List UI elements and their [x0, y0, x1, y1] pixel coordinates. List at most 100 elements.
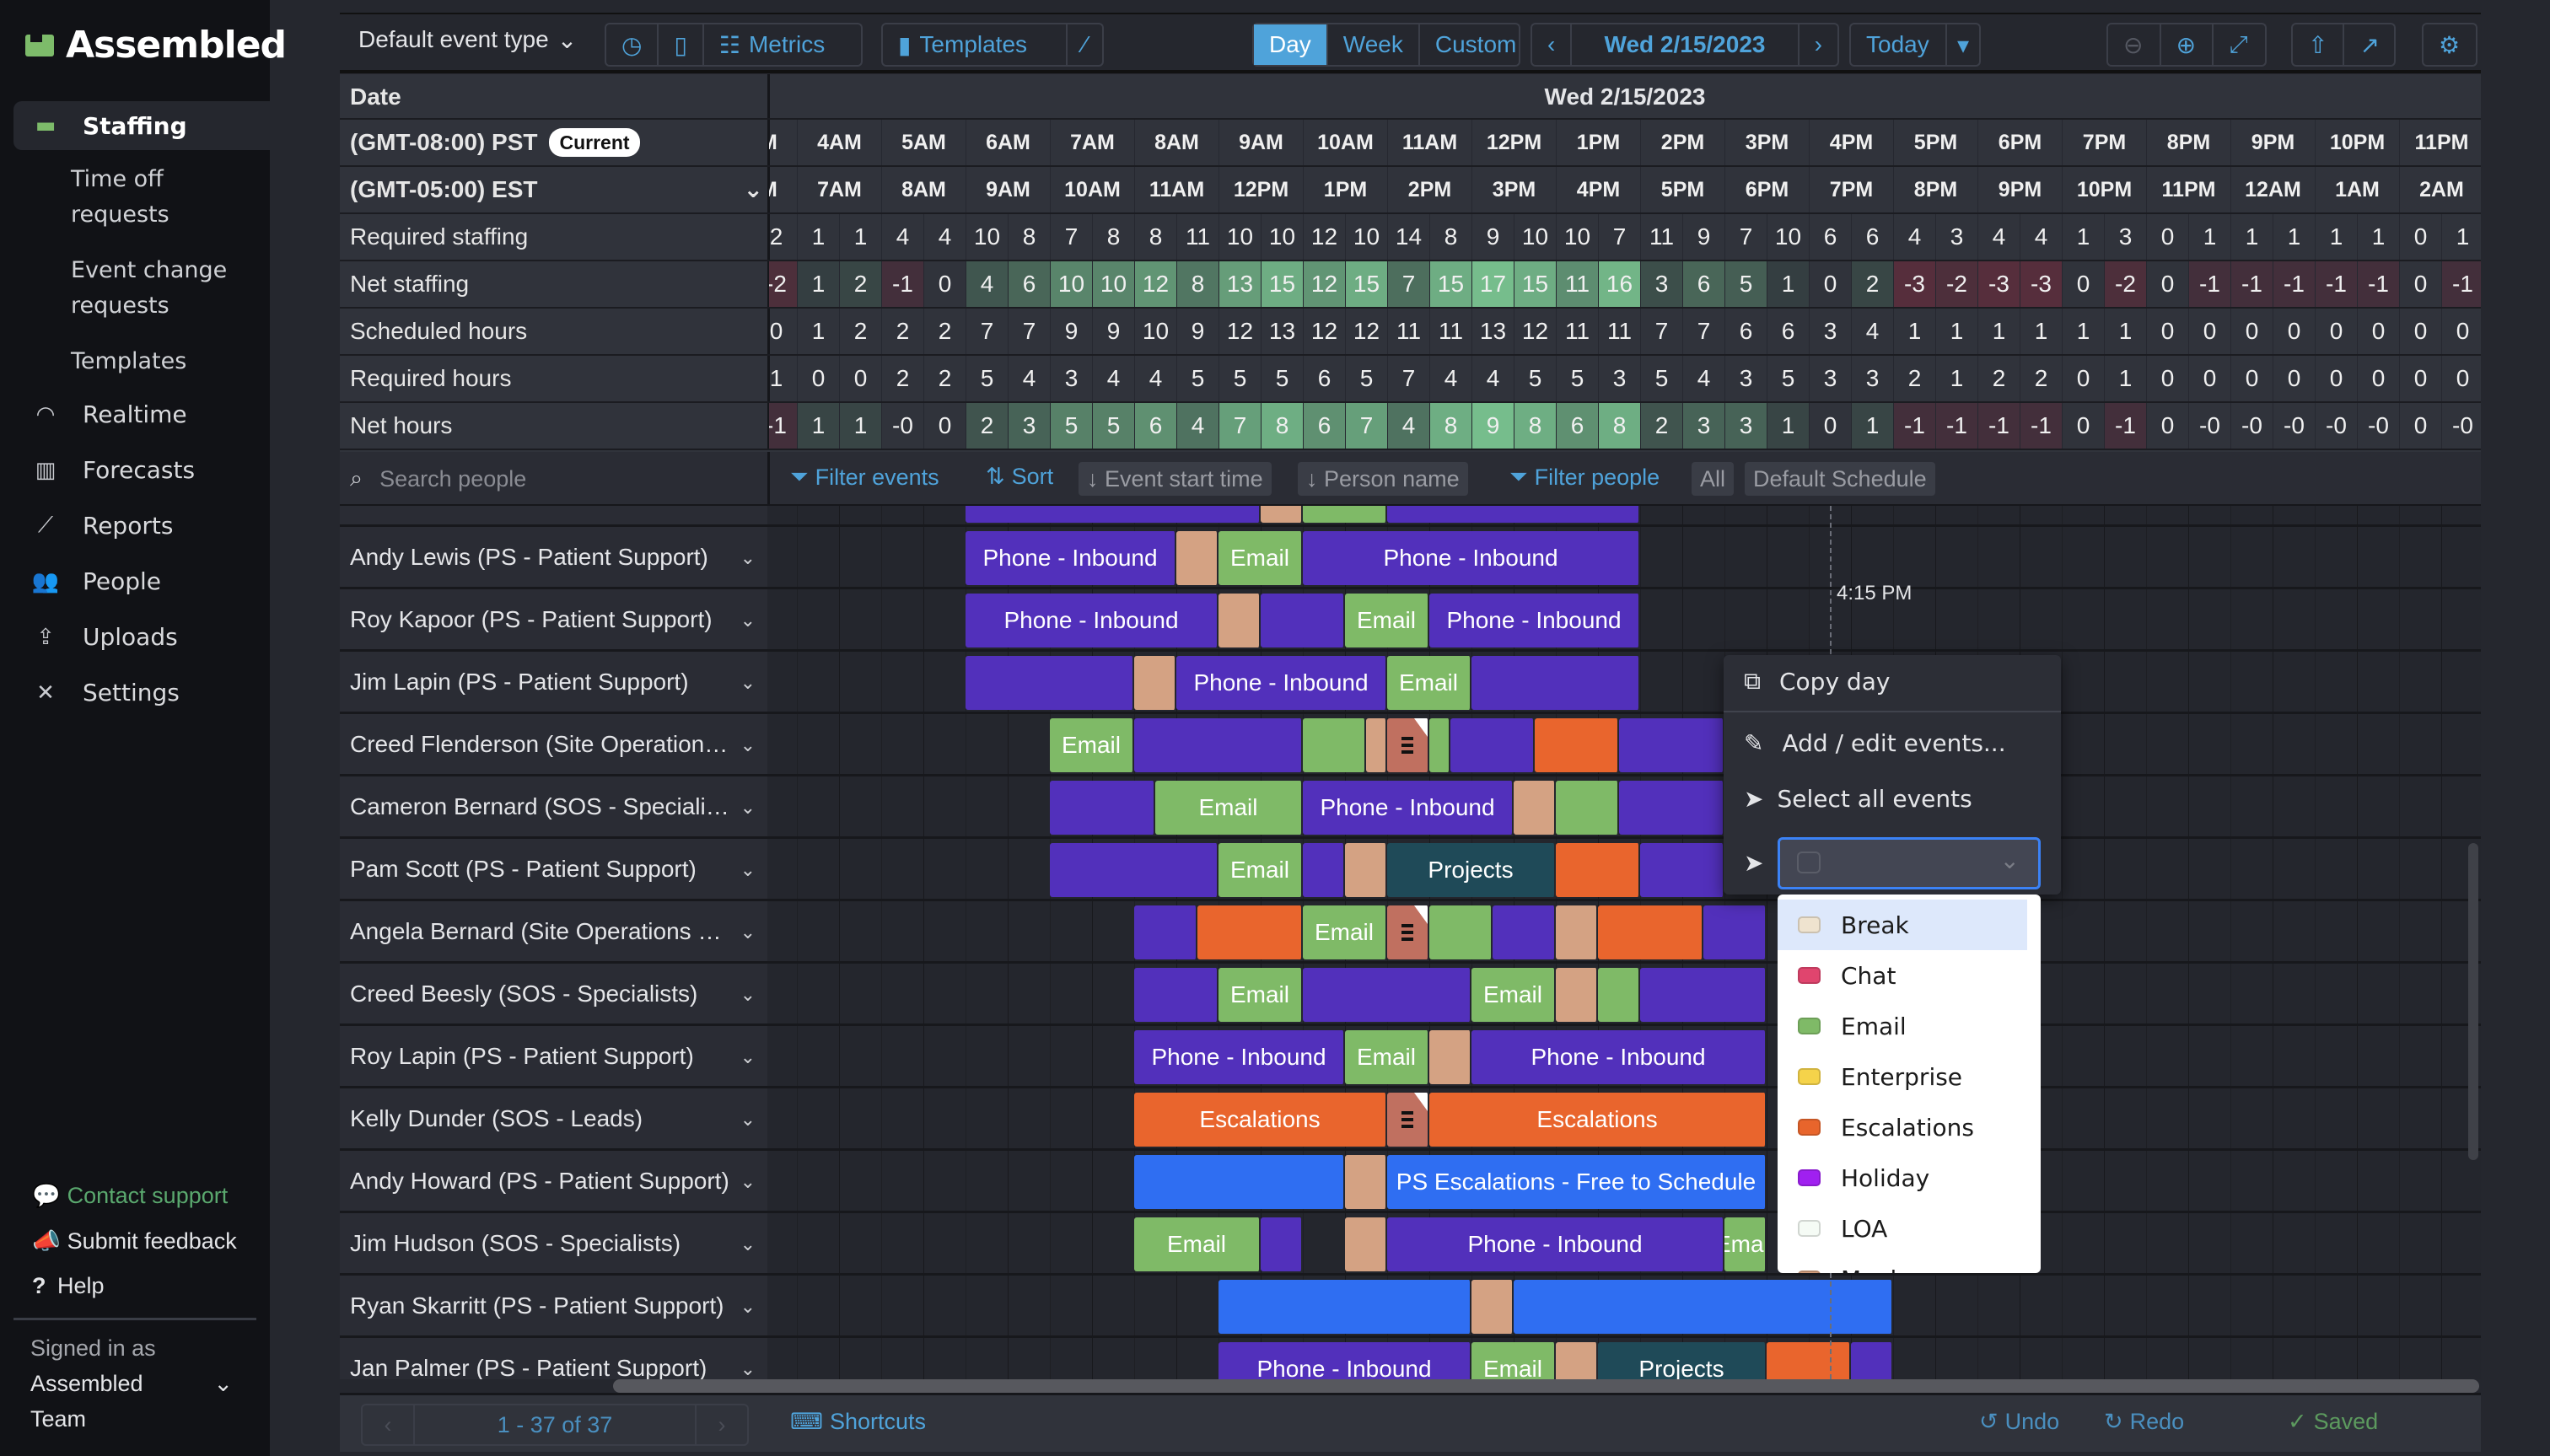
event-block[interactable]: [1176, 531, 1219, 585]
chevron-down-icon[interactable]: ⌄: [740, 734, 756, 756]
current-date-button[interactable]: Wed 2/15/2023: [1572, 24, 1800, 65]
zoom-in-button[interactable]: ⊕: [2161, 24, 2214, 65]
person-name-cell[interactable]: Pam Scott (PS - Patient Support) ⌄: [340, 839, 767, 899]
today-options-button[interactable]: ▾: [1947, 24, 1979, 65]
filter-all-chip[interactable]: All: [1692, 462, 1735, 496]
chevron-down-icon[interactable]: ⌄: [740, 672, 756, 694]
event-block[interactable]: [1429, 1030, 1471, 1084]
event-block[interactable]: [1471, 1280, 1514, 1334]
sidebar-item-reports[interactable]: ⟋ Reports: [13, 512, 270, 540]
settings-button[interactable]: ⚙: [2424, 24, 2476, 65]
event-block[interactable]: [1640, 843, 1724, 897]
event-type-select[interactable]: ⌄: [1778, 837, 2041, 889]
undo-button[interactable]: ↺ Undo: [1979, 1409, 2059, 1435]
event-block[interactable]: [1366, 718, 1387, 772]
event-block[interactable]: [1556, 781, 1619, 835]
vertical-scrollbar[interactable]: [2468, 843, 2478, 1160]
filter-events-button[interactable]: ⏷ Filter events: [790, 464, 939, 491]
event-block[interactable]: Escalations: [1429, 1093, 1767, 1147]
search-people-input[interactable]: ⌕ Search people: [350, 462, 755, 496]
event-block[interactable]: [1261, 1217, 1303, 1271]
event-block[interactable]: Phone - Inbound: [1429, 594, 1640, 647]
event-block[interactable]: [1556, 1342, 1598, 1379]
chevron-down-icon[interactable]: ⌄: [740, 1233, 756, 1255]
event-block[interactable]: Projects: [1387, 843, 1556, 897]
brand-logo[interactable]: Assembled: [25, 24, 287, 67]
event-block[interactable]: Phone - Inbound: [1303, 781, 1514, 835]
event-block[interactable]: [1471, 656, 1640, 710]
submit-feedback-link[interactable]: 📣 Submit feedback: [32, 1228, 237, 1255]
event-block[interactable]: [1493, 905, 1556, 959]
event-type-option[interactable]: Escalations: [1778, 1102, 2027, 1152]
menu-select-all-events[interactable]: ➤ Select all events: [1744, 785, 1972, 813]
sort-key-person-name[interactable]: ↓ Person name: [1298, 462, 1468, 496]
chevron-down-icon[interactable]: ⌄: [740, 984, 756, 1006]
sidebar-item-event-change-requests[interactable]: Event change requests: [71, 253, 256, 324]
event-block[interactable]: Email: [1387, 656, 1471, 710]
event-block[interactable]: [1345, 843, 1387, 897]
event-block[interactable]: [1345, 1155, 1387, 1209]
event-block[interactable]: Phone - Inbound: [966, 594, 1219, 647]
chevron-down-icon[interactable]: ⌄: [740, 1046, 756, 1068]
event-block[interactable]: [1134, 1155, 1345, 1209]
event-block[interactable]: [1851, 1342, 1893, 1379]
event-block[interactable]: [1345, 1217, 1387, 1271]
event-block[interactable]: Phone - Inbound: [1387, 1217, 1724, 1271]
chevron-down-icon[interactable]: ⌄: [740, 797, 756, 819]
today-button[interactable]: Today: [1851, 24, 1947, 65]
event-block[interactable]: Email: [1724, 1217, 1767, 1271]
event-block[interactable]: [1556, 843, 1640, 897]
person-name-cell[interactable]: Cameron Bernard (SOS - Specialists) ⌄: [340, 776, 767, 836]
shortcuts-button[interactable]: ⌨ Shortcuts: [790, 1409, 926, 1435]
event-block[interactable]: Email: [1050, 718, 1134, 772]
person-name-cell[interactable]: [340, 506, 767, 524]
event-block[interactable]: Email: [1219, 531, 1303, 585]
event-block[interactable]: [1514, 781, 1556, 835]
chevron-down-icon[interactable]: ⌄: [740, 1171, 756, 1193]
person-name-cell[interactable]: Jim Hudson (SOS - Specialists) ⌄: [340, 1213, 767, 1273]
sidebar-item-settings[interactable]: ✕ Settings: [13, 679, 270, 707]
sort-key-event-start-time[interactable]: ↓ Event start time: [1079, 462, 1272, 496]
person-name-cell[interactable]: Andy Lewis (PS - Patient Support) ⌄: [340, 527, 767, 587]
event-block[interactable]: [1134, 718, 1303, 772]
person-name-cell[interactable]: Creed Beesly (SOS - Specialists) ⌄: [340, 964, 767, 1023]
event-block[interactable]: Phone - Inbound: [966, 531, 1176, 585]
event-block[interactable]: Email: [1345, 1030, 1429, 1084]
event-block[interactable]: [1387, 506, 1640, 523]
event-block[interactable]: [966, 656, 1134, 710]
event-type-option[interactable]: Holiday: [1778, 1152, 2027, 1203]
event-block[interactable]: [1429, 718, 1450, 772]
sidebar-item-forecasts[interactable]: ▥ Forecasts: [13, 456, 270, 484]
menu-copy-day[interactable]: ⧉ Copy day: [1744, 667, 1890, 696]
event-block[interactable]: [1303, 718, 1366, 772]
filter-people-button[interactable]: ⏷ Filter people: [1509, 464, 1660, 491]
event-block[interactable]: [1703, 905, 1767, 959]
event-block[interactable]: [1261, 506, 1303, 523]
columns-button[interactable]: ▯: [659, 24, 704, 65]
event-block[interactable]: [1535, 718, 1619, 772]
sidebar-item-people[interactable]: 👥 People: [13, 567, 270, 595]
event-block[interactable]: [1387, 1093, 1429, 1147]
next-page-button[interactable]: ›: [695, 1405, 747, 1444]
chevron-down-icon[interactable]: ⌄: [740, 1109, 756, 1131]
person-name-cell[interactable]: Kelly Dunder (SOS - Leads) ⌄: [340, 1088, 767, 1148]
event-type-option[interactable]: Chat: [1778, 950, 2027, 1001]
event-block[interactable]: Email: [1134, 1217, 1261, 1271]
event-block[interactable]: [1387, 718, 1429, 772]
event-block[interactable]: [1303, 968, 1471, 1022]
chevron-down-icon[interactable]: ⌄: [740, 1358, 756, 1379]
event-block[interactable]: Phone - Inbound: [1176, 656, 1387, 710]
event-block[interactable]: [1556, 968, 1598, 1022]
person-name-cell[interactable]: Roy Lapin (PS - Patient Support) ⌄: [340, 1026, 767, 1086]
event-block[interactable]: Email: [1219, 843, 1303, 897]
person-name-cell[interactable]: Roy Kapoor (PS - Patient Support) ⌄: [340, 589, 767, 649]
event-block[interactable]: [1429, 905, 1493, 959]
event-block[interactable]: Email: [1345, 594, 1429, 647]
person-name-cell[interactable]: Ryan Skarritt (PS - Patient Support) ⌄: [340, 1276, 767, 1335]
event-block[interactable]: [1640, 968, 1767, 1022]
event-block[interactable]: [1619, 781, 1724, 835]
sidebar-item-templates[interactable]: Templates: [71, 344, 186, 379]
event-block[interactable]: [1514, 1280, 1893, 1334]
event-block[interactable]: [1303, 843, 1345, 897]
menu-add-edit-events[interactable]: ✎ Add / edit events...: [1744, 729, 2006, 757]
